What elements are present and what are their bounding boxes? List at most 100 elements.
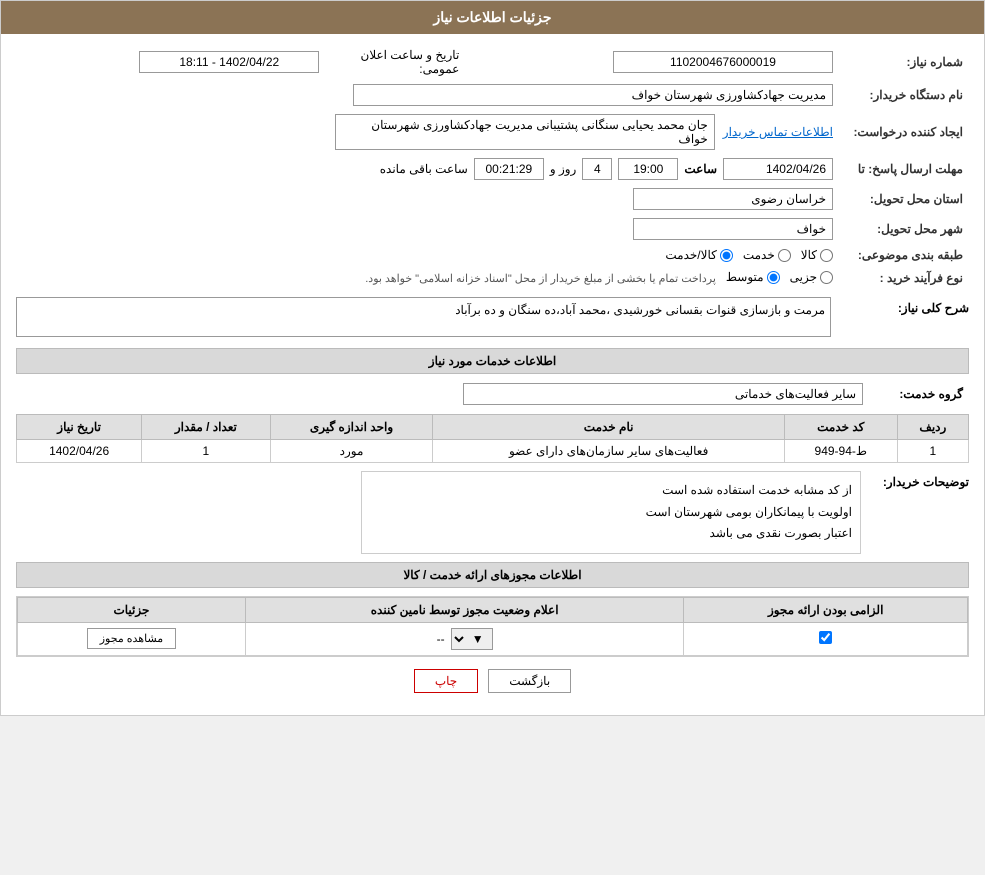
- deadline-remaining-display: 00:21:29: [474, 158, 544, 180]
- service-group-display: سایر فعالیت‌های خدماتی: [463, 383, 863, 405]
- radio-kala-label[interactable]: کالا: [801, 248, 833, 262]
- city-display: خواف: [633, 218, 833, 240]
- cell-code: ط-94-949: [784, 440, 897, 463]
- license-required-cell: [684, 622, 968, 655]
- city-label: شهر محل تحویل:: [839, 214, 969, 244]
- cell-row: 1: [897, 440, 968, 463]
- license-table: الزامی بودن ارائه مجوز اعلام وضعیت مجوز …: [17, 597, 968, 656]
- province-display: خراسان رضوی: [633, 188, 833, 210]
- license-row: ▼ -- مشاهده مجوز: [18, 622, 968, 655]
- service-group-row: گروه خدمت: سایر فعالیت‌های خدماتی: [16, 379, 969, 409]
- buyer-notes-row: توضیحات خریدار: از کد مشابه خدمت استفاده…: [16, 471, 969, 554]
- buyer-notes-content: از کد مشابه خدمت استفاده شده استاولویت ب…: [361, 471, 861, 554]
- radio-jozii-text: جزیی: [790, 270, 817, 284]
- deadline-days-display: 4: [582, 158, 612, 180]
- radio-jozii-label[interactable]: جزیی: [790, 270, 833, 284]
- buyer-notes-label: توضیحات خریدار:: [869, 471, 969, 489]
- province-value: خراسان رضوی: [16, 184, 839, 214]
- page-title: جزئیات اطلاعات نیاز: [433, 9, 551, 25]
- radio-kala-khadamat-text: کالا/خدمت: [665, 248, 716, 262]
- province-row: استان محل تحویل: خراسان رضوی: [16, 184, 969, 214]
- radio-jozii[interactable]: [820, 271, 833, 284]
- col-details: جزئیات: [18, 597, 246, 622]
- col-quantity: تعداد / مقدار: [142, 415, 270, 440]
- services-section-title: اطلاعات خدمات مورد نیاز: [16, 348, 969, 374]
- need-number-label: شماره نیاز:: [839, 44, 969, 80]
- radio-motavaset-label[interactable]: متوسط: [726, 270, 780, 284]
- creator-label: ایجاد کننده درخواست:: [839, 110, 969, 154]
- announce-date-value: 1402/04/22 - 18:11: [16, 44, 325, 80]
- deadline-time-display: 19:00: [618, 158, 678, 180]
- license-section-wrapper: الزامی بودن ارائه مجوز اعلام وضعیت مجوز …: [16, 596, 969, 657]
- col-code: کد خدمت: [784, 415, 897, 440]
- purchase-note: پرداخت تمام یا بخشی از مبلغ خریدار از مح…: [365, 272, 716, 285]
- license-table-header: الزامی بودن ارائه مجوز اعلام وضعیت مجوز …: [18, 597, 968, 622]
- radio-kala-khadamat-label[interactable]: کالا/خدمت: [665, 248, 732, 262]
- deadline-value: 1402/04/26 ساعت 19:00 4 روز و 00:21:29 س…: [16, 154, 839, 184]
- radio-khadamat-label[interactable]: خدمت: [743, 248, 791, 262]
- radio-kala-text: کالا: [801, 248, 817, 262]
- page-header: جزئیات اطلاعات نیاز: [1, 1, 984, 34]
- days-label: روز و: [550, 162, 577, 176]
- table-row: 1 ط-94-949 فعالیت‌های سایر سازمان‌های دا…: [17, 440, 969, 463]
- info-table: شماره نیاز: 1102004676000019 تاریخ و ساع…: [16, 44, 969, 289]
- license-view-button[interactable]: مشاهده مجوز: [87, 628, 176, 649]
- back-button[interactable]: بازگشت: [488, 669, 571, 693]
- license-status-cell: ▼ --: [245, 622, 683, 655]
- deadline-row: مهلت ارسال پاسخ: تا 1402/04/26 ساعت 19:0…: [16, 154, 969, 184]
- license-section-title: اطلاعات مجوزهای ارائه خدمت / کالا: [16, 562, 969, 588]
- need-description-input[interactable]: [16, 297, 831, 337]
- contact-link[interactable]: اطلاعات تماس خریدار: [723, 125, 833, 139]
- province-label: استان محل تحویل:: [839, 184, 969, 214]
- col-required: الزامی بودن ارائه مجوز: [684, 597, 968, 622]
- need-description-row: شرح کلی نیاز:: [16, 297, 969, 340]
- need-number-value: 1102004676000019: [465, 44, 839, 80]
- remaining-label: ساعت باقی مانده: [380, 162, 468, 176]
- need-description-label: شرح کلی نیاز:: [839, 297, 969, 315]
- buyer-note-line: اعتبار بصورت نقدی می باشد: [370, 523, 852, 545]
- city-row: شهر محل تحویل: خواف: [16, 214, 969, 244]
- creator-display: جان محمد یحیایی سنگانی پشتیبانی مدیریت ج…: [335, 114, 715, 150]
- need-number-display: 1102004676000019: [613, 51, 833, 73]
- services-table-header: ردیف کد خدمت نام خدمت واحد اندازه گیری ت…: [17, 415, 969, 440]
- radio-motavaset[interactable]: [767, 271, 780, 284]
- radio-motavaset-text: متوسط: [726, 270, 764, 284]
- print-button[interactable]: چاپ: [414, 669, 478, 693]
- col-status: اعلام وضعیت مجوز توسط نامین کننده: [245, 597, 683, 622]
- service-group-table: گروه خدمت: سایر فعالیت‌های خدماتی: [16, 379, 969, 409]
- time-label: ساعت: [684, 162, 717, 176]
- category-row: طبقه بندی موضوعی: کالا خدمت: [16, 244, 969, 266]
- cell-name: فعالیت‌های سایر سازمان‌های دارای عضو: [433, 440, 784, 463]
- license-details-cell: مشاهده مجوز: [18, 622, 246, 655]
- page-wrapper: جزئیات اطلاعات نیاز شماره نیاز: 11020046…: [0, 0, 985, 716]
- radio-khadamat-text: خدمت: [743, 248, 775, 262]
- deadline-date-display: 1402/04/26: [723, 158, 833, 180]
- main-content: شماره نیاز: 1102004676000019 تاریخ و ساع…: [1, 34, 984, 715]
- col-unit: واحد اندازه گیری: [270, 415, 433, 440]
- col-date: تاریخ نیاز: [17, 415, 142, 440]
- purchase-type-label: نوع فرآیند خرید :: [839, 266, 969, 289]
- buyer-note-line: از کد مشابه خدمت استفاده شده است: [370, 480, 852, 502]
- announce-date-display: 1402/04/22 - 18:11: [139, 51, 319, 73]
- service-group-value: سایر فعالیت‌های خدماتی: [16, 379, 869, 409]
- creator-row: ایجاد کننده درخواست: اطلاعات تماس خریدار…: [16, 110, 969, 154]
- radio-kala[interactable]: [820, 249, 833, 262]
- creator-value: اطلاعات تماس خریدار جان محمد یحیایی سنگا…: [16, 110, 839, 154]
- purchase-type-radios: جزیی متوسط پرداخت تمام یا بخشی از مبلغ خ…: [16, 266, 839, 289]
- buyer-name-label: نام دستگاه خریدار:: [839, 80, 969, 110]
- need-number-row: شماره نیاز: 1102004676000019 تاریخ و ساع…: [16, 44, 969, 80]
- license-status-select[interactable]: ▼: [451, 628, 493, 650]
- col-name: نام خدمت: [433, 415, 784, 440]
- buyer-name-display: مدیریت جهادکشاورزی شهرستان خواف: [353, 84, 833, 106]
- cell-unit: مورد: [270, 440, 433, 463]
- radio-kala-khadamat[interactable]: [720, 249, 733, 262]
- deadline-label: مهلت ارسال پاسخ: تا: [839, 154, 969, 184]
- license-required-checkbox[interactable]: [819, 631, 832, 644]
- cell-quantity: 1: [142, 440, 270, 463]
- buyer-name-row: نام دستگاه خریدار: مدیریت جهادکشاورزی شه…: [16, 80, 969, 110]
- service-group-label: گروه خدمت:: [869, 379, 969, 409]
- radio-khadamat[interactable]: [778, 249, 791, 262]
- buyer-name-value: مدیریت جهادکشاورزی شهرستان خواف: [16, 80, 839, 110]
- services-table: ردیف کد خدمت نام خدمت واحد اندازه گیری ت…: [16, 414, 969, 463]
- col-row: ردیف: [897, 415, 968, 440]
